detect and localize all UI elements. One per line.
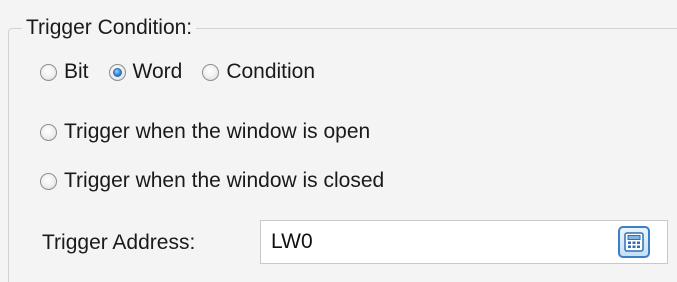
radio-condition[interactable]: Condition [202,58,315,86]
radio-bit[interactable]: Bit [40,58,89,86]
radio-bit-label: Bit [64,60,89,83]
radio-word-label: Word [132,60,183,83]
radio-window-open-indicator[interactable] [40,123,57,141]
trigger-mode-radio-group: Bit Word Condition [40,58,335,86]
radio-window-open[interactable]: Trigger when the window is open [40,118,370,146]
trigger-address-input[interactable]: LW0 [260,220,668,264]
radio-bit-indicator[interactable] [40,63,57,81]
radio-window-closed-indicator[interactable] [40,172,57,190]
radio-window-open-label: Trigger when the window is open [64,120,371,143]
radio-condition-label: Condition [226,60,316,83]
radio-word-indicator[interactable] [108,63,126,81]
trigger-address-label: Trigger Address: [42,231,196,254]
radio-word[interactable]: Word [108,58,183,86]
radio-window-closed-label: Trigger when the window is closed [64,169,385,192]
calculator-icon [624,232,644,252]
group-title: Trigger Condition: [22,14,197,42]
radio-window-closed[interactable]: Trigger when the window is closed [40,167,384,195]
trigger-condition-panel: Trigger Condition: Bit Word Condition Tr… [0,0,677,282]
radio-condition-indicator[interactable] [202,63,220,81]
address-picker-button[interactable] [618,226,650,258]
